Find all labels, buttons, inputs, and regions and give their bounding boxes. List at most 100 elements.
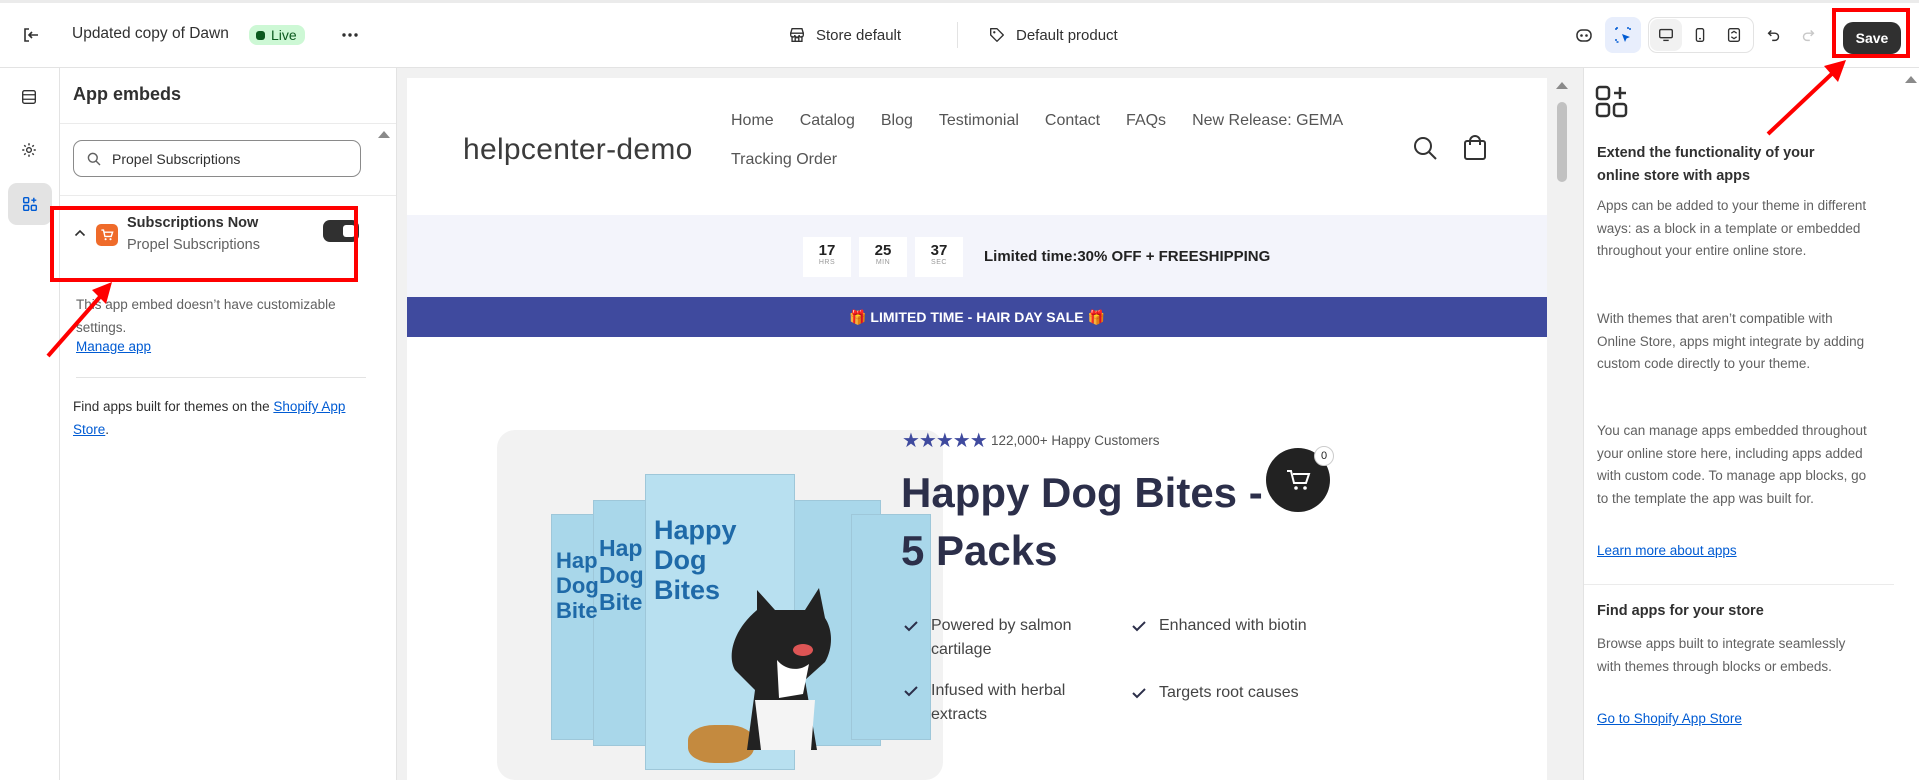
- divider: [76, 377, 366, 378]
- annotation-arrow: [46, 282, 112, 358]
- mobile-icon: [1695, 28, 1705, 42]
- product-image[interactable]: Hap Dog Bite Hap Dog Bite Happy Dog Bite…: [497, 430, 943, 780]
- inspector-button[interactable]: [1605, 17, 1641, 53]
- check-icon: [1132, 688, 1146, 699]
- live-badge: Live: [249, 25, 305, 45]
- annotation-arrow: [1766, 60, 1846, 136]
- expand-icon: [1727, 28, 1741, 42]
- floating-cart-button[interactable]: 0: [1266, 446, 1334, 512]
- countdown-unit: MIN: [875, 259, 891, 266]
- help-heading: Extend the functionality of your online …: [1597, 145, 1815, 184]
- redo-button[interactable]: [1792, 17, 1824, 53]
- feature-item: Powered by salmon cartilage: [903, 614, 1133, 662]
- redo-icon: [1802, 29, 1815, 42]
- nav-link[interactable]: FAQs: [1126, 112, 1166, 130]
- find-apps-prefix: Find apps built for themes on the: [73, 399, 274, 414]
- countdown-value: 25: [874, 242, 892, 259]
- live-dot: [256, 30, 265, 40]
- bag-icon[interactable]: [1461, 133, 1489, 161]
- undo-button[interactable]: [1758, 17, 1790, 53]
- exit-icon: [24, 28, 38, 42]
- theme-name: Updated copy of Dawn: [72, 25, 229, 42]
- apps-icon: [22, 196, 38, 212]
- countdown-unit: SEC: [931, 259, 947, 266]
- robot-icon: [1576, 29, 1592, 42]
- divider: [1584, 584, 1894, 585]
- store-selector[interactable]: Store default: [788, 26, 901, 44]
- nav-link[interactable]: Catalog: [800, 112, 855, 130]
- sale-banner: 🎁 LIMITED TIME - HAIR DAY SALE 🎁: [407, 297, 1547, 337]
- store-preview: helpcenter-demo Home Catalog Blog Testim…: [397, 68, 1583, 780]
- nav-link[interactable]: Contact: [1045, 112, 1100, 130]
- scroll-up-icon[interactable]: [1555, 80, 1569, 90]
- check-icon: [904, 686, 918, 697]
- app-embeds-help-panel: Extend the functionality of your online …: [1583, 68, 1919, 780]
- search-input[interactable]: Propel Subscriptions: [73, 140, 361, 177]
- undo-icon: [1767, 29, 1780, 42]
- product-title: Happy Dog Bites - 5 Packs: [901, 469, 1263, 574]
- preview-scrollbar-thumb[interactable]: [1557, 102, 1567, 182]
- app-embeds-panel: App embeds Propel Subscriptions Subscrip…: [50, 68, 397, 780]
- mobile-view-button[interactable]: [1684, 19, 1716, 51]
- ai-assistant-button[interactable]: [1566, 17, 1602, 53]
- countdown-seconds: 37 SEC: [915, 237, 963, 277]
- nav-link[interactable]: Testimonial: [939, 112, 1019, 130]
- scroll-up-icon[interactable]: [1904, 74, 1918, 84]
- nav-link[interactable]: Tracking Order: [731, 151, 837, 169]
- find-apps-heading: Find apps for your store: [1597, 603, 1764, 619]
- feature-text: Enhanced with biotin: [1159, 617, 1307, 634]
- ellipsis-icon: [342, 33, 358, 37]
- fullscreen-view-button[interactable]: [1718, 19, 1750, 51]
- desktop-icon: [1659, 28, 1673, 42]
- highlight-box: [1832, 8, 1910, 58]
- rating-stars: ★★★★★: [902, 430, 988, 452]
- dog-illustration: [731, 588, 831, 750]
- feature-item: Infused with herbal extracts: [903, 679, 1133, 727]
- rating-text: 122,000+ Happy Customers: [991, 433, 1160, 448]
- cart-count-badge: 0: [1314, 446, 1334, 466]
- nav-link[interactable]: Blog: [881, 112, 913, 130]
- gear-icon: [22, 143, 36, 157]
- apps-icon: [1595, 85, 1628, 118]
- select-cursor-icon: [1615, 27, 1631, 43]
- panel-title: App embeds: [73, 84, 182, 104]
- scroll-up-icon[interactable]: [377, 129, 391, 139]
- divider: [957, 22, 958, 48]
- check-icon: [904, 621, 918, 632]
- exit-button[interactable]: [13, 17, 49, 53]
- tag-icon: [990, 28, 1004, 42]
- editor-left-nav: [0, 68, 60, 780]
- nav-link[interactable]: Home: [731, 112, 774, 130]
- store-nav: Home Catalog Blog Testimonial Contact FA…: [731, 112, 1371, 169]
- search-icon[interactable]: [1412, 135, 1438, 161]
- nav-link[interactable]: New Release: GEMA: [1192, 112, 1343, 130]
- preview-frame: helpcenter-demo Home Catalog Blog Testim…: [407, 78, 1547, 780]
- search-value: Propel Subscriptions: [112, 150, 241, 167]
- desktop-view-button[interactable]: [1650, 19, 1682, 51]
- find-apps-text: Find apps built for themes on the Shopif…: [73, 396, 363, 441]
- countdown-value: 37: [930, 242, 948, 259]
- template-selector-label: Default product: [1016, 26, 1118, 44]
- feature-item: Targets root causes: [1131, 681, 1361, 705]
- live-label: Live: [271, 27, 297, 43]
- divider: [60, 195, 396, 196]
- help-paragraph: With themes that aren’t compatible with …: [1597, 311, 1865, 371]
- template-selector[interactable]: Default product: [988, 26, 1118, 44]
- countdown-minutes: 25 MIN: [859, 237, 907, 277]
- go-to-app-store-link[interactable]: Go to Shopify App Store: [1597, 711, 1742, 726]
- store-logo[interactable]: helpcenter-demo: [463, 133, 693, 167]
- theme-settings-nav-button[interactable]: [11, 132, 47, 168]
- countdown-hours: 17 HRS: [803, 237, 851, 277]
- countdown-bar: 17 HRS 25 MIN 37 SEC Limited time:30% OFF +…: [407, 215, 1547, 297]
- sections-icon: [22, 90, 36, 104]
- app-embeds-nav-button[interactable]: [8, 183, 52, 225]
- feature-text: Powered by salmon cartilage: [931, 617, 1072, 658]
- feature-text: Targets root causes: [1159, 684, 1299, 701]
- feature-item: Enhanced with biotin: [1131, 614, 1361, 638]
- store-selector-label: Store default: [816, 26, 902, 44]
- sections-nav-button[interactable]: [11, 79, 47, 115]
- learn-more-link[interactable]: Learn more about apps: [1597, 543, 1737, 558]
- search-icon: [87, 152, 101, 166]
- more-actions-button[interactable]: [332, 17, 368, 53]
- countdown-value: 17: [818, 242, 836, 259]
